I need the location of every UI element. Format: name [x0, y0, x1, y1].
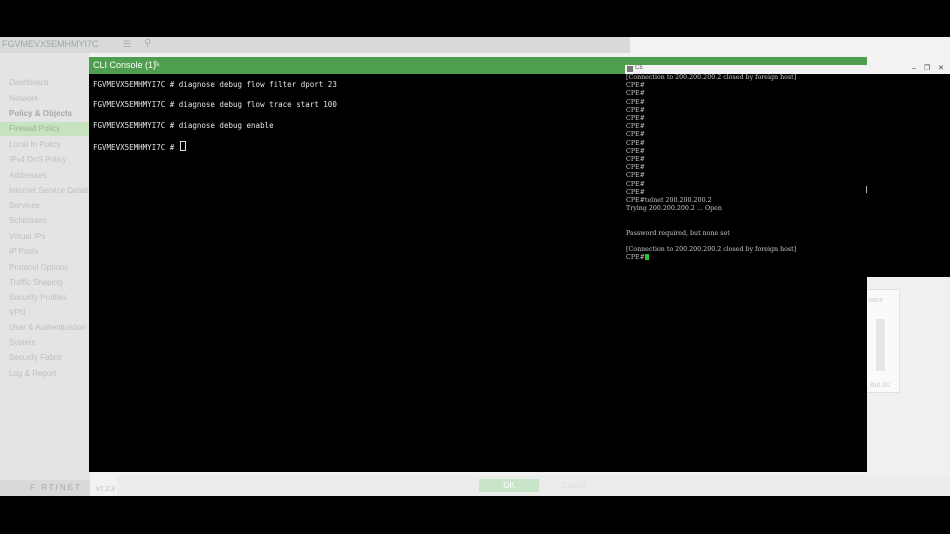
terminal-line-text: CPE#: [626, 82, 645, 90]
terminal-line: CPE#: [626, 189, 645, 196]
terminal-line: CPE#telnet 200.200.200.2: [626, 197, 712, 204]
terminal-line: CPE#: [626, 140, 645, 147]
terminal-line: CPE#: [626, 115, 645, 122]
cli-line: FGVMEVX5EMHMYI7C # diagnose debug flow t…: [93, 100, 337, 109]
sidebar-item-log-report[interactable]: Log & Report: [0, 367, 90, 381]
terminal-line: CPE#: [626, 148, 645, 155]
sidebar-item-policy-objects[interactable]: Policy & Objects: [0, 107, 90, 121]
sidebar-item-dos-policy[interactable]: IPv4 DoS Policy: [0, 153, 90, 167]
terminal-line-text: CPE#: [626, 188, 645, 196]
hamburger-icon[interactable]: ☰: [123, 39, 131, 50]
sidebar-item-services[interactable]: Services: [0, 199, 90, 213]
fortinet-logo: F RTINET: [30, 483, 82, 492]
terminal-line: CPE#: [626, 123, 645, 130]
terminal-line-text: CPE#: [626, 164, 645, 172]
terminal-line: CPE#: [626, 181, 645, 188]
telnet-terminal-window[interactable]: CE – ❐ ✕ [Connection to 200.200.200.2 cl…: [625, 65, 950, 277]
terminal-line-text: CPE#: [626, 139, 645, 147]
sidebar-footer: F RTINET: [0, 480, 90, 496]
terminal-line-text: CPE#: [626, 98, 645, 106]
sidebar-item-traffic-shaping[interactable]: Traffic Shaping: [0, 276, 90, 290]
background-bar-label: Aut 0s: [870, 382, 890, 389]
terminal-line-text: [Connection to 200.200.200.2 closed by f…: [626, 74, 797, 81]
sidebar-item-schedules[interactable]: Schedules: [0, 214, 90, 228]
terminal-line-text: CPE#telnet 200.200.200.2: [626, 197, 712, 204]
terminal-line-text: Trying 200.200.200.2 ... Open: [626, 205, 722, 213]
background-bar: [876, 319, 885, 371]
sidebar-item-addresses[interactable]: Addresses: [0, 169, 90, 183]
window-controls[interactable]: – ❐ ✕: [912, 64, 947, 72]
search-icon[interactable]: ⚲: [144, 38, 151, 49]
cli-cursor: [179, 141, 186, 151]
terminal-line-text: CPE#: [626, 106, 645, 114]
terminal-app-icon: [627, 66, 633, 72]
terminal-line: CPE#: [626, 172, 645, 179]
terminal-line-text: CPE#: [626, 115, 645, 122]
sidebar-item-user-authentication[interactable]: User & Authentication: [0, 321, 90, 335]
terminal-line: CPE#: [626, 90, 645, 97]
sidebar-item-system[interactable]: System: [0, 336, 90, 350]
fortigate-header: FGVMEVX5EMHMYI7C ☰ ⚲: [0, 37, 630, 53]
terminal-line: CPE#: [626, 107, 645, 114]
terminal-cursor: [644, 254, 649, 261]
terminal-line: CPE#: [626, 156, 645, 163]
terminal-line-text: CPE#: [626, 254, 645, 262]
sidebar-item-dashboard[interactable]: Dashboard: [0, 76, 90, 90]
sidebar-item-vpn[interactable]: VPN: [0, 306, 90, 320]
sidebar-item-ip-pools[interactable]: IP Pools: [0, 245, 90, 259]
sidebar-item-firewall-policy[interactable]: Firewall Policy: [0, 122, 90, 136]
hostname-label: FGVMEVX5EMHMYI7C: [2, 39, 99, 49]
terminal-line-text: CPE#: [626, 156, 645, 163]
ok-button[interactable]: OK: [479, 479, 539, 492]
pencil-icon[interactable]: ✎: [153, 59, 161, 70]
cli-prompt: FGVMEVX5EMHMYI7C #: [93, 143, 179, 152]
text-cursor-icon: I: [865, 185, 868, 196]
terminal-line: CPE#: [626, 254, 649, 261]
sidebar-item-internet-service-database[interactable]: Internet Service Database: [0, 184, 90, 198]
terminal-line-text: CPE#: [626, 123, 645, 131]
terminal-title: CE: [635, 65, 644, 71]
terminal-line: CPE#: [626, 99, 645, 106]
terminal-line-text: CPE#: [626, 90, 645, 98]
terminal-line-text: Password required, but none set: [626, 229, 730, 237]
terminal-line: CPE#: [626, 131, 645, 138]
terminal-line: Trying 200.200.200.2 ... Open: [626, 205, 722, 212]
desktop-screen: FGVMEVX5EMHMYI7C ☰ ⚲ Dashboard Network P…: [0, 37, 950, 496]
sidebar-item-security-profiles[interactable]: Security Profiles: [0, 291, 90, 305]
cli-prompt-line[interactable]: FGVMEVX5EMHMYI7C #: [93, 141, 186, 152]
terminal-line-text: CPE#: [626, 172, 645, 180]
background-box-label: ware: [868, 297, 884, 304]
terminal-line: [Connection to 200.200.200.2 closed by f…: [626, 74, 796, 81]
sidebar-item-local-in-policy[interactable]: Local In Policy: [0, 138, 90, 152]
cli-console-title: CLI Console (1): [93, 60, 157, 70]
sidebar-item-virtual-ips[interactable]: Virtual IPs: [0, 230, 90, 244]
terminal-line-text: [Connection to 200.200.200.2 closed by f…: [626, 246, 797, 254]
sidebar-item-network[interactable]: Network: [0, 92, 90, 106]
terminal-line: CPE#: [626, 164, 645, 171]
terminal-line-text: CPE#: [626, 180, 645, 188]
terminal-titlebar[interactable]: CE – ❐ ✕: [625, 65, 950, 74]
terminal-line: Password required, but none set: [626, 230, 730, 237]
terminal-line: [Connection to 200.200.200.2 closed by f…: [626, 246, 796, 253]
sidebar: Dashboard Network Policy & Objects Firew…: [0, 53, 90, 496]
cancel-button[interactable]: Cancel: [549, 479, 599, 492]
terminal-line-text: CPE#: [626, 147, 645, 155]
cli-line: FGVMEVX5EMHMYI7C # diagnose debug enable: [93, 121, 274, 130]
terminal-line-text: CPE#: [626, 131, 645, 139]
sidebar-item-security-fabric[interactable]: Security Fabric: [0, 351, 90, 365]
terminal-line: CPE#: [626, 82, 645, 89]
version-label: v7.2.3: [96, 486, 116, 493]
sidebar-item-protocol-options[interactable]: Protocol Options: [0, 261, 90, 275]
cli-line: FGVMEVX5EMHMYI7C # diagnose debug flow f…: [93, 80, 337, 89]
